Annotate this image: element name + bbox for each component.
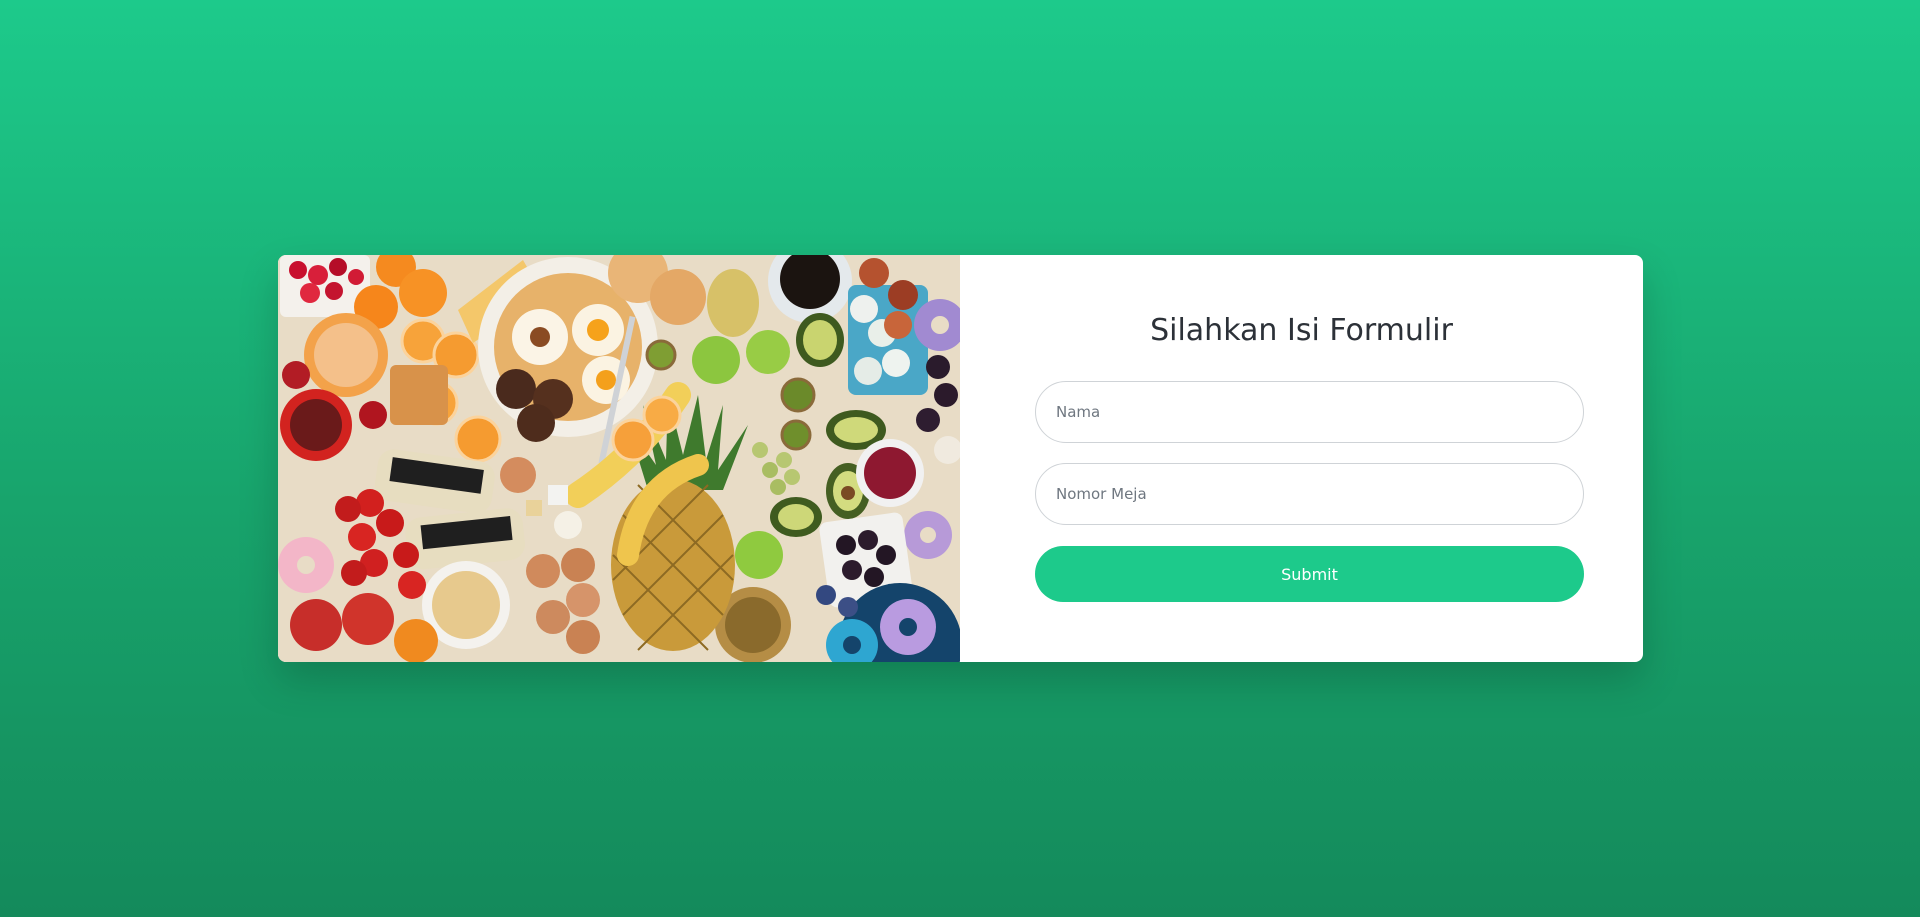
form-card: Silahkan Isi Formulir Submit [278, 255, 1643, 662]
form-title: Silahkan Isi Formulir [1150, 313, 1453, 348]
submit-button[interactable]: Submit [1035, 546, 1584, 602]
food-photo [278, 255, 960, 662]
table-number-input[interactable] [1035, 463, 1584, 525]
form-panel: Silahkan Isi Formulir Submit [960, 255, 1643, 662]
name-input[interactable] [1035, 381, 1584, 443]
